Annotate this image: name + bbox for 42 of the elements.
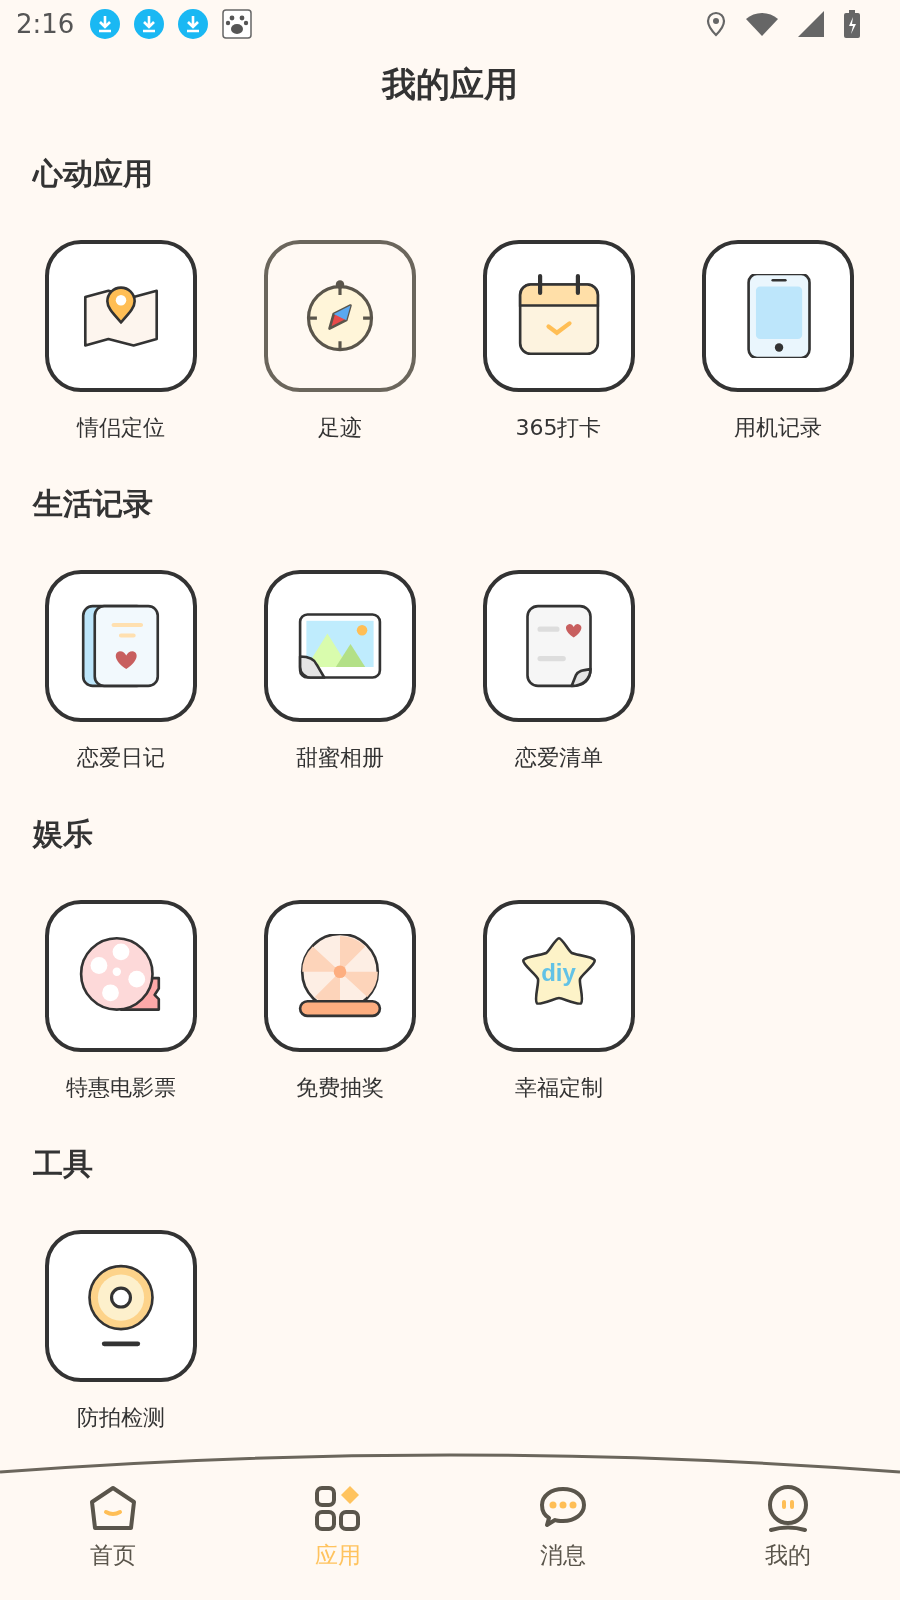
app-tile[interactable]: [482, 570, 635, 722]
app-label: 特惠电影票: [65, 1074, 176, 1102]
nav-tab[interactable]: 消息: [450, 1484, 675, 1571]
app-tile[interactable]: [44, 900, 197, 1052]
battery-icon: [844, 10, 860, 38]
app-label: 甜蜜相册: [295, 744, 384, 772]
app-label: 恋爱日记: [76, 744, 165, 772]
app-tile[interactable]: [482, 240, 635, 392]
app-label: 恋爱清单: [514, 744, 603, 772]
app-label: 幸福定制: [514, 1074, 603, 1102]
prize-wheel-icon: [297, 934, 382, 1018]
app-label: 365打卡: [515, 414, 602, 442]
app-tile[interactable]: [44, 570, 197, 722]
app-label: 情侣定位: [76, 414, 165, 442]
app-tile[interactable]: [44, 1230, 197, 1382]
download-icon: [90, 9, 121, 39]
section-title: 工具: [33, 1145, 94, 1183]
download-icon: [134, 9, 165, 39]
page-title: 我的应用: [380, 63, 519, 106]
calendar-icon: [516, 274, 601, 358]
app-label: 用机记录: [733, 414, 822, 442]
app-tile[interactable]: [263, 240, 416, 392]
location-icon: [706, 11, 726, 37]
section-title: 生活记录: [33, 485, 154, 523]
apps-icon: [312, 1484, 363, 1534]
section-title: 心动应用: [33, 155, 154, 193]
app-label: 足迹: [317, 414, 362, 442]
paw-icon: [222, 9, 253, 39]
status-time: 2:16: [16, 9, 75, 39]
app-tile[interactable]: [701, 240, 854, 392]
download-icon: [178, 9, 209, 39]
app-tile[interactable]: [263, 570, 416, 722]
nav-tab[interactable]: 我的: [675, 1484, 900, 1571]
section-title: 娱乐: [33, 815, 94, 853]
app-tile[interactable]: [263, 900, 416, 1052]
app-label: 免费抽奖: [295, 1074, 384, 1102]
app-label: 防拍检测: [76, 1404, 165, 1432]
nav-tab[interactable]: 首页: [0, 1484, 225, 1571]
star-badge-text: diy: [541, 959, 576, 986]
app-tile[interactable]: [44, 240, 197, 392]
signal-icon: [798, 11, 824, 37]
wifi-icon: [746, 12, 778, 36]
